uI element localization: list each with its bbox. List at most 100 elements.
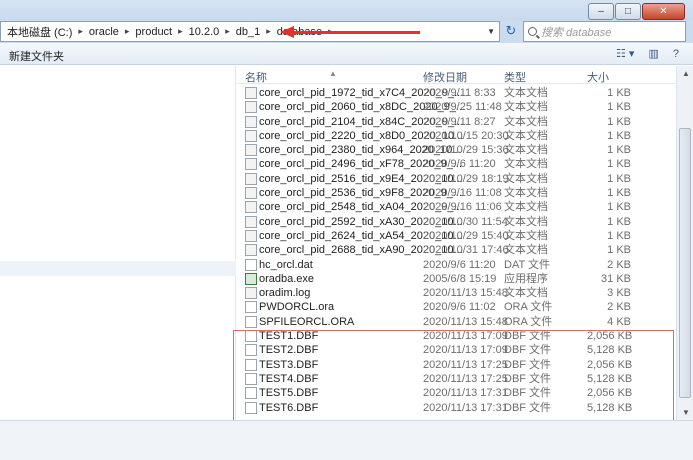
breadcrumb-separator-icon[interactable]: ▸ <box>76 26 85 37</box>
help-icon[interactable]: ? <box>673 48 679 60</box>
vertical-scrollbar[interactable]: ▲ ▼ <box>676 66 693 420</box>
breadcrumb-item[interactable]: 本地磁盘 (C:) <box>3 24 76 40</box>
column-name[interactable]: 名称 <box>245 69 267 85</box>
text-file-icon <box>245 158 257 171</box>
breadcrumb-separator-icon[interactable]: ▸ <box>223 26 232 37</box>
text-file-icon <box>245 201 257 214</box>
file-size: 31 KB <box>601 272 631 285</box>
text-file-icon <box>245 244 257 257</box>
preview-pane-icon[interactable]: ▥ <box>648 47 658 60</box>
file-size: 4 KB <box>607 315 631 328</box>
file-size: 2 KB <box>607 301 631 314</box>
file-size: 1 KB <box>607 144 631 157</box>
breadcrumb-item[interactable]: product <box>131 26 176 38</box>
file-icon <box>245 258 257 271</box>
file-row[interactable]: core_orcl_pid_2548_tid_xA04_2020_9_... 20… <box>237 200 675 214</box>
file-size: 1 KB <box>607 201 631 214</box>
column-type[interactable]: 类型 <box>504 69 526 85</box>
file-row[interactable]: SPFILEORCL.ORA 2020/11/13 15:48 ORA 文件 4 KB <box>237 315 675 329</box>
scroll-down-icon[interactable]: ▼ <box>682 408 690 417</box>
file-type: 文本文档 <box>504 201 548 214</box>
file-name: oradba.exe <box>259 272 315 285</box>
file-size: 1 KB <box>607 229 631 242</box>
breadcrumb-separator-icon[interactable]: ▸ <box>176 26 185 37</box>
file-row[interactable]: oradba.exe 2005/6/8 15:19 应用程序 31 KB <box>237 272 675 286</box>
file-row[interactable]: PWDORCL.ora 2020/9/6 11:02 ORA 文件 2 KB <box>237 300 675 314</box>
file-date: 2020/9/6 11:02 <box>423 301 496 314</box>
file-date: 2020/10/29 15:36 <box>423 144 509 157</box>
file-size: 1 KB <box>607 158 631 171</box>
file-row[interactable]: core_orcl_pid_2688_tid_xA90_2020_10... 20… <box>237 243 675 257</box>
breadcrumb-item[interactable]: oracle <box>85 26 123 38</box>
scroll-up-icon[interactable]: ▲ <box>682 69 690 78</box>
minimize-button[interactable]: – <box>588 3 614 20</box>
text-file-icon <box>245 287 257 300</box>
view-options-icon[interactable]: ☷ ▾ <box>616 47 634 60</box>
file-type: 文本文档 <box>504 244 548 257</box>
scroll-thumb[interactable] <box>679 128 691 398</box>
exe-icon <box>245 272 257 285</box>
file-size: 1 KB <box>607 244 631 257</box>
file-type: 文本文档 <box>504 172 548 185</box>
file-date: 2005/6/8 15:19 <box>423 272 497 285</box>
file-row[interactable]: core_orcl_pid_2060_tid_x8DC_2020_9_... 20… <box>237 100 675 114</box>
file-icon <box>245 315 257 328</box>
text-file-icon <box>245 229 257 242</box>
search-icon <box>528 27 537 36</box>
file-row[interactable]: core_orcl_pid_2536_tid_x9F8_2020_9_... 20… <box>237 186 675 200</box>
column-date[interactable]: 修改日期 <box>423 69 467 85</box>
file-row[interactable]: oradim.log 2020/11/13 15:48 文本文档 3 KB <box>237 286 675 300</box>
file-date: 2020/9/16 11:06 <box>423 201 502 214</box>
file-date: 2020/11/13 15:48 <box>423 315 508 328</box>
file-type: 文本文档 <box>504 287 548 300</box>
column-size[interactable]: 大小 <box>587 69 609 85</box>
breadcrumb-item[interactable]: db_1 <box>232 26 264 38</box>
file-row[interactable]: core_orcl_pid_2496_tid_xF78_2020_9_... 20… <box>237 157 675 171</box>
file-size: 1 KB <box>607 172 631 185</box>
file-date: 2020/9/11 8:27 <box>423 115 496 128</box>
file-date: 2020/10/30 11:54 <box>423 215 508 228</box>
file-type: ORA 文件 <box>504 315 553 328</box>
file-row[interactable]: core_orcl_pid_2516_tid_x9E4_2020_10... 20… <box>237 172 675 186</box>
refresh-icon[interactable]: ↻ <box>503 23 519 39</box>
file-date: 2020/10/31 17:46 <box>423 244 509 257</box>
file-date: 2020/9/16 11:08 <box>423 187 502 200</box>
breadcrumb-separator-icon[interactable]: ▸ <box>123 26 132 37</box>
search-box[interactable]: 搜索 database <box>523 21 686 42</box>
address-dropdown-icon[interactable]: ▼ <box>487 27 495 36</box>
file-date: 2020/10/29 18:19 <box>423 172 509 185</box>
close-button[interactable]: ✕ <box>642 3 685 20</box>
file-date: 2020/10/15 20:30 <box>423 129 509 142</box>
breadcrumb-item[interactable]: 10.2.0 <box>185 26 224 38</box>
column-header: ▲ 名称 修改日期 类型 大小 <box>237 66 675 84</box>
address-bar[interactable]: 本地磁盘 (C:)▸oracle▸product▸10.2.0▸db_1▸dat… <box>0 21 500 42</box>
file-row[interactable]: core_orcl_pid_2592_tid_xA30_2020_10... 20… <box>237 215 675 229</box>
title-bar: – □ ✕ <box>0 0 693 20</box>
file-row[interactable]: hc_orcl.dat 2020/9/6 11:20 DAT 文件 2 KB <box>237 258 675 272</box>
file-row[interactable]: core_orcl_pid_2104_tid_x84C_2020_9_... 20… <box>237 115 675 129</box>
file-icon <box>245 301 257 314</box>
file-row[interactable]: core_orcl_pid_2220_tid_x8D0_2020_10... 20… <box>237 129 675 143</box>
file-type: 文本文档 <box>504 144 548 157</box>
breadcrumb-separator-icon[interactable]: ▸ <box>264 26 273 37</box>
toolbar: 新建文件夹 ☷ ▾ ▥ ? <box>0 43 693 65</box>
file-size: 1 KB <box>607 187 631 200</box>
window-controls: – □ ✕ <box>587 3 685 20</box>
search-input[interactable]: 搜索 database <box>541 24 611 40</box>
file-row[interactable]: core_orcl_pid_2380_tid_x964_2020_10... 20… <box>237 143 675 157</box>
file-row[interactable]: core_orcl_pid_1972_tid_x7C4_2020_9_... 20… <box>237 86 675 100</box>
file-size: 1 KB <box>607 129 631 142</box>
file-type: 文本文档 <box>504 101 548 114</box>
file-type: 文本文档 <box>504 187 548 200</box>
file-date: 2020/9/11 8:33 <box>423 87 496 99</box>
new-folder-button[interactable]: 新建文件夹 <box>9 48 64 64</box>
nav-selected-item[interactable] <box>0 261 236 276</box>
file-size: 1 KB <box>607 101 631 114</box>
maximize-button[interactable]: □ <box>615 3 641 20</box>
navigation-pane <box>0 66 236 420</box>
text-file-icon <box>245 144 257 157</box>
file-date: 2020/11/13 15:48 <box>423 287 508 300</box>
file-row[interactable]: core_orcl_pid_2624_tid_xA54_2020_10... 20… <box>237 229 675 243</box>
file-type: ORA 文件 <box>504 301 553 314</box>
file-name: hc_orcl.dat <box>259 258 313 271</box>
